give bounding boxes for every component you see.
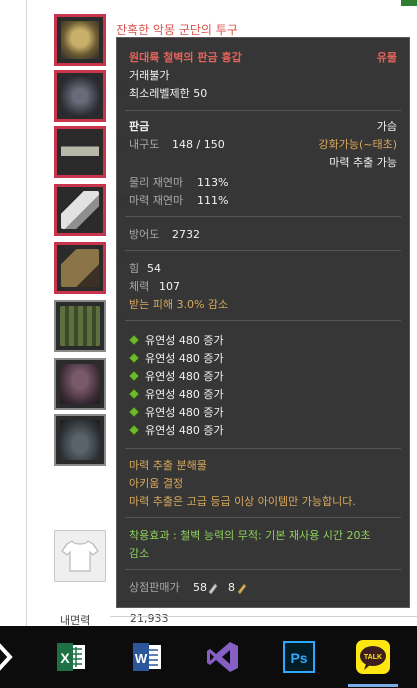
- option-text: 유연성 480 증가: [145, 352, 224, 365]
- slot-label-helmet: 잔혹한 악몽 군단의 투구: [116, 23, 238, 37]
- phys-delay-value: 113%: [197, 176, 229, 189]
- armor-icon: [61, 77, 99, 115]
- green-gem-icon: [129, 335, 139, 345]
- excel-letter: X: [60, 650, 70, 666]
- shop-price-label: 상점판매가: [129, 581, 180, 594]
- taskbar-item-word[interactable]: W: [128, 638, 166, 676]
- green-gem-icon: [129, 389, 139, 399]
- slot-gauntlet[interactable]: [54, 242, 106, 294]
- option-text: 유연성 480 증가: [145, 370, 224, 383]
- gauntlet-icon: [61, 249, 99, 287]
- trade-status: 거래불가: [129, 69, 170, 82]
- stat-value-under: 21,933: [130, 612, 169, 625]
- item-tooltip: 원대륙 철벽의 판금 흉갑 유물 거래불가 최소레벨제한 50 판금 가슴 내구…: [116, 37, 410, 608]
- item-name: 원대륙 철벽의 판금 흉갑: [129, 51, 242, 64]
- taskbar-item-kakaotalk[interactable]: TALK: [348, 638, 398, 687]
- belt-icon: [61, 133, 99, 171]
- bracer-icon: [61, 191, 99, 229]
- extract-note: 마력 추출은 고급 등급 이상 아이템만 가능합니다.: [129, 495, 356, 508]
- slot-helmet[interactable]: [54, 14, 106, 66]
- str-value: 54: [147, 262, 161, 275]
- slot-bracer[interactable]: [54, 184, 106, 236]
- copper-coin-icon: [237, 583, 247, 594]
- divider: [125, 216, 401, 217]
- option-row: 유연성 480 증가: [129, 352, 224, 366]
- slot-legs[interactable]: [54, 300, 106, 352]
- shop-price-silver: 58: [193, 581, 207, 594]
- taskbar-item-unknown[interactable]: [0, 638, 32, 676]
- defense-label: 방어도: [129, 228, 160, 241]
- green-gem-icon: [129, 425, 139, 435]
- slot-boots[interactable]: [54, 414, 106, 466]
- durability-value: 148 / 150: [172, 138, 225, 151]
- kakaotalk-label: TALK: [364, 654, 382, 661]
- excel-icon: X: [57, 643, 85, 671]
- slot-type: 가슴: [376, 120, 397, 133]
- photoshop-letters: Ps: [290, 650, 307, 666]
- divider: [125, 320, 401, 321]
- option-row: 유연성 480 증가: [129, 424, 224, 438]
- option-row: 유연성 480 증가: [129, 334, 224, 348]
- min-level: 최소레벨제한 50: [129, 87, 208, 100]
- divider: [125, 110, 401, 111]
- extract-item: 아키움 결정: [129, 477, 184, 490]
- option-text: 유연성 480 증가: [145, 388, 224, 401]
- green-gem-icon: [129, 407, 139, 417]
- divider: [125, 569, 401, 570]
- durability-label: 내구도: [129, 138, 160, 151]
- unknown-x-icon: [0, 643, 13, 671]
- kakaotalk-icon: TALK: [356, 640, 390, 674]
- equip-effect-cont: 감소: [129, 547, 150, 560]
- shirt-icon: [61, 540, 99, 572]
- item-rarity: 유물: [376, 51, 397, 64]
- green-gem-icon: [129, 371, 139, 381]
- slot-armor[interactable]: [54, 70, 106, 122]
- pants-icon: [60, 364, 100, 404]
- left-divider: [26, 0, 27, 626]
- taskbar-item-excel[interactable]: X: [52, 638, 90, 676]
- option-text: 유연성 480 증가: [145, 406, 224, 419]
- option-text: 유연성 480 증가: [145, 334, 224, 347]
- silver-coin-icon: [208, 583, 218, 594]
- enhance-status: 강화가능(~태초): [318, 138, 397, 151]
- option-row: 유연성 480 증가: [129, 388, 224, 402]
- photoshop-icon: Ps: [283, 641, 315, 673]
- str-label: 힘: [129, 262, 140, 275]
- divider: [125, 517, 401, 518]
- option-text: 유연성 480 증가: [145, 424, 224, 437]
- word-letter: W: [135, 651, 148, 666]
- corner-indicator: [401, 0, 417, 6]
- armor-type: 판금: [129, 120, 150, 133]
- extract-status: 마력 추출 가능: [329, 156, 397, 169]
- shop-price-copper: 8: [228, 581, 235, 594]
- slot-costume-empty[interactable]: [54, 530, 106, 582]
- taskbar-item-photoshop[interactable]: Ps: [280, 638, 318, 676]
- boots-icon: [60, 420, 100, 460]
- damage-taken: 받는 피해 3.0% 감소: [129, 298, 229, 311]
- option-row: 유연성 480 증가: [129, 370, 224, 384]
- slot-belt[interactable]: [54, 126, 106, 178]
- word-icon: W: [133, 643, 161, 671]
- equip-effect: 착용효과 : 철벽 능력의 무적: 기본 재사용 시간 20초: [129, 529, 371, 542]
- hp-label: 체력: [129, 280, 150, 293]
- divider: [125, 448, 401, 449]
- under-divider: [110, 616, 417, 617]
- extract-title: 마력 추출 분해물: [129, 459, 207, 472]
- visual-studio-icon: [207, 642, 238, 672]
- green-gem-icon: [129, 353, 139, 363]
- mag-delay-value: 111%: [197, 194, 229, 207]
- mag-delay-label: 마력 재연마: [129, 194, 184, 207]
- defense-value: 2732: [172, 228, 200, 241]
- taskbar-item-visual-studio[interactable]: [204, 638, 242, 676]
- helmet-icon: [61, 21, 99, 59]
- phys-delay-label: 물리 재연마: [129, 176, 184, 189]
- divider: [125, 250, 401, 251]
- legs-icon: [60, 306, 100, 346]
- option-row: 유연성 480 증가: [129, 406, 224, 420]
- taskbar: X W Ps TALK: [0, 626, 417, 688]
- slot-pants[interactable]: [54, 358, 106, 410]
- hp-value: 107: [159, 280, 180, 293]
